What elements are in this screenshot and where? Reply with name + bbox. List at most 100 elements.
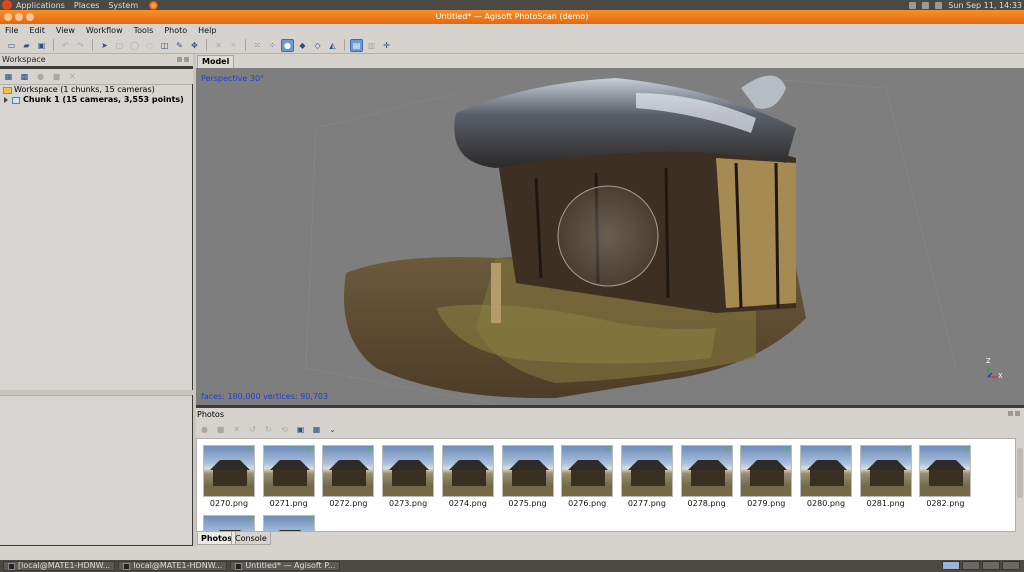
region-icon[interactable]: ◫ xyxy=(159,40,170,51)
add-chunk-icon[interactable]: ▦ xyxy=(3,71,14,82)
scrollbar-thumb[interactable] xyxy=(1017,448,1023,498)
firefox-icon[interactable] xyxy=(149,0,159,10)
workspace-switcher[interactable] xyxy=(942,561,1020,570)
toolbar-separator xyxy=(53,39,54,51)
reset-icon[interactable]: ⟲ xyxy=(279,424,290,435)
tab-model[interactable]: Model xyxy=(197,55,235,68)
redo-icon[interactable]: ↷ xyxy=(75,40,86,51)
expand-arrow-icon[interactable] xyxy=(4,97,8,103)
rotate-right-icon[interactable]: ↻ xyxy=(263,424,274,435)
circle-select-icon[interactable]: ◯ xyxy=(129,40,140,51)
wireframe-model-icon[interactable]: ◇ xyxy=(312,40,323,51)
new-document-icon[interactable]: ▭ xyxy=(6,40,17,51)
window-titlebar[interactable]: Untitled* — Agisoft PhotoScan (demo) xyxy=(0,10,1024,24)
solid-model-icon[interactable]: ◆ xyxy=(297,40,308,51)
workspace-2[interactable] xyxy=(962,561,980,570)
draw-icon[interactable]: ✎ xyxy=(174,40,185,51)
photo-image: ✓ xyxy=(740,445,793,497)
photo-thumbnail[interactable]: ✓ 0280.png xyxy=(799,445,853,508)
tab-console[interactable]: Console xyxy=(231,532,271,545)
disable-camera-icon[interactable]: ■ xyxy=(215,424,226,435)
delete-icon[interactable]: ✕ xyxy=(213,40,224,51)
close-window-icon[interactable] xyxy=(4,13,12,21)
menu-workflow[interactable]: Workflow xyxy=(86,26,123,35)
photoscan-icon xyxy=(235,562,243,570)
minimize-window-icon[interactable] xyxy=(15,13,23,21)
float-panel-icon[interactable] xyxy=(1008,411,1013,416)
close-panel-icon[interactable] xyxy=(184,57,189,62)
menu-help[interactable]: Help xyxy=(198,26,216,35)
workspace-3[interactable] xyxy=(982,561,1000,570)
photo-thumbnail[interactable]: ✓ 0270.png xyxy=(202,445,256,508)
photo-thumbnail[interactable]: ✓ 0273.png xyxy=(381,445,435,508)
photo-thumbnail[interactable]: ✓ 0276.png xyxy=(560,445,614,508)
workspace-4[interactable] xyxy=(1002,561,1020,570)
microphone-icon[interactable] xyxy=(922,1,930,9)
menu-file[interactable]: File xyxy=(5,26,18,35)
dense-cloud-icon[interactable]: ⁘ xyxy=(267,40,278,51)
terminal-icon xyxy=(8,562,15,570)
menu-edit[interactable]: Edit xyxy=(29,26,45,35)
chunk-item[interactable]: Chunk 1 (15 cameras, 3,553 points) xyxy=(0,95,192,105)
taskbar-item-terminal-1[interactable]: [local@MATE1-HDNW... xyxy=(3,561,116,571)
add-photos-icon[interactable]: ▩ xyxy=(19,71,30,82)
photo-thumbnail[interactable]: ✓ 0271.png xyxy=(262,445,316,508)
network-icon[interactable] xyxy=(909,1,917,9)
shaded-model-icon[interactable]: ◭ xyxy=(327,40,338,51)
photo-thumbnail[interactable]: ✓ 0275.png xyxy=(501,445,555,508)
photos-scrollbar[interactable] xyxy=(1016,438,1024,532)
menu-view[interactable]: View xyxy=(56,26,75,35)
model-viewport[interactable]: Perspective 30° faces: 180,000 vertices:… xyxy=(196,68,1024,405)
remove-camera-icon[interactable]: ✕ xyxy=(231,424,242,435)
ubuntu-logo-icon[interactable] xyxy=(2,0,12,10)
workspace-root[interactable]: Workspace (1 chunks, 15 cameras) xyxy=(0,85,192,95)
chevron-down-icon[interactable]: ⌄ xyxy=(327,424,338,435)
show-region-icon[interactable]: ▥ xyxy=(366,40,377,51)
photo-thumbnail[interactable]: ✓ xyxy=(262,515,316,531)
rotate-icon[interactable]: ✥ xyxy=(189,40,200,51)
maximize-window-icon[interactable] xyxy=(26,13,34,21)
rotate-left-icon[interactable]: ↺ xyxy=(247,424,258,435)
enable-icon[interactable]: ● xyxy=(35,71,46,82)
free-select-icon[interactable]: ◌ xyxy=(144,40,155,51)
system-menu[interactable]: System xyxy=(108,1,138,10)
crop-icon[interactable]: ⌗ xyxy=(228,40,239,51)
remove-icon[interactable]: ✕ xyxy=(67,71,78,82)
workspace-root-label: Workspace (1 chunks, 15 cameras) xyxy=(14,85,155,94)
photo-thumbnail[interactable]: ✓ 0282.png xyxy=(918,445,972,508)
undo-icon[interactable]: ↶ xyxy=(60,40,71,51)
photo-thumbnail[interactable]: ✓ 0279.png xyxy=(739,445,793,508)
taskbar: [local@MATE1-HDNW... local@MATE1-HDNW...… xyxy=(0,560,1024,572)
menu-tools[interactable]: Tools xyxy=(134,26,154,35)
save-icon[interactable]: ▣ xyxy=(36,40,47,51)
float-panel-icon[interactable] xyxy=(177,57,182,62)
grid-view-icon[interactable]: ▦ xyxy=(311,424,322,435)
rect-select-icon[interactable]: ▢ xyxy=(114,40,125,51)
places-menu[interactable]: Places xyxy=(74,1,99,10)
photo-thumbnail[interactable]: ✓ 0278.png xyxy=(680,445,734,508)
taskbar-item-photoscan[interactable]: Untitled* — Agisoft P... xyxy=(230,561,341,571)
clock[interactable]: Sun Sep 11, 14:33 xyxy=(948,1,1022,10)
photo-thumbnail[interactable]: ✓ xyxy=(202,515,256,531)
volume-icon[interactable] xyxy=(935,1,943,9)
reset-view-icon[interactable]: ✛ xyxy=(381,40,392,51)
show-cameras-icon[interactable]: ▤ xyxy=(350,38,363,52)
applications-menu[interactable]: Applications xyxy=(16,1,65,10)
workspace-1[interactable] xyxy=(942,561,960,570)
photo-thumbnail[interactable]: ✓ 0274.png xyxy=(441,445,495,508)
textured-model-icon[interactable]: ● xyxy=(281,38,294,52)
disable-icon[interactable]: ■ xyxy=(51,71,62,82)
enable-camera-icon[interactable]: ● xyxy=(199,424,210,435)
menu-photo[interactable]: Photo xyxy=(164,26,187,35)
close-panel-icon[interactable] xyxy=(1015,411,1020,416)
points-view-icon[interactable]: ⁙ xyxy=(252,40,263,51)
photo-thumbnail[interactable]: ✓ 0272.png xyxy=(321,445,375,508)
photo-thumbnail[interactable]: ✓ 0281.png xyxy=(859,445,913,508)
photo-thumbnail[interactable]: ✓ 0277.png xyxy=(620,445,674,508)
navigation-cursor-icon[interactable]: ➤ xyxy=(99,40,110,51)
view-mode-icon[interactable]: ▣ xyxy=(295,424,306,435)
photo-image: ✓ xyxy=(262,515,315,531)
open-folder-icon[interactable]: ▰ xyxy=(21,40,32,51)
aligned-check-icon: ✓ xyxy=(664,445,673,455)
taskbar-item-terminal-2[interactable]: local@MATE1-HDNW... xyxy=(118,561,228,571)
